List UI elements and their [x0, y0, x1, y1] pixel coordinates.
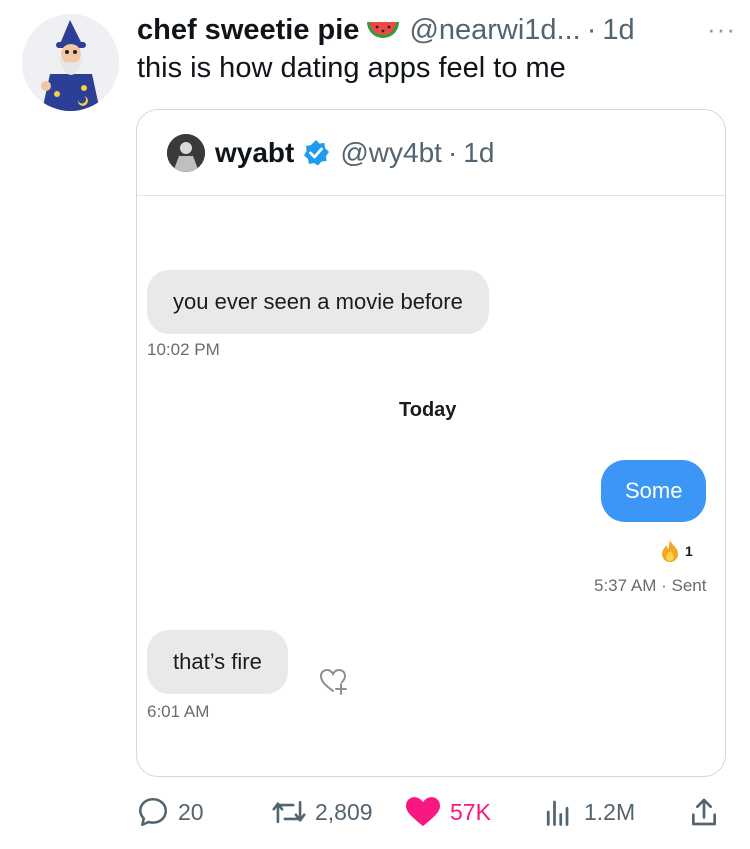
- wizard-avatar-icon: [22, 14, 119, 111]
- view-count: 1.2M: [584, 798, 636, 825]
- message-status: 5:37 AM · Sent: [594, 576, 707, 595]
- message-bubble-received: that’s fire: [147, 630, 288, 694]
- tweet-action-bar: 20 2,809 57K 1.2M: [136, 790, 726, 834]
- views-chart-icon: [546, 800, 569, 826]
- message-text: you ever seen a movie before: [173, 289, 463, 314]
- fire-reaction-icon: [662, 540, 678, 562]
- reply-count: 20: [178, 798, 204, 825]
- quoted-author-avatar[interactable]: [167, 133, 205, 172]
- share-icon: [692, 798, 716, 826]
- heart-react-icon[interactable]: [317, 665, 349, 697]
- message-text: Some: [625, 478, 683, 503]
- heart-filled-icon: [406, 797, 440, 827]
- header-separator: ·: [586, 13, 597, 46]
- retweet-icon: [272, 800, 306, 824]
- author-display-name[interactable]: chef sweetie pie: [137, 14, 359, 47]
- reaction-count: 1: [685, 543, 693, 559]
- quoted-timestamp[interactable]: 1d: [463, 137, 494, 169]
- watermelon-icon: [365, 16, 401, 44]
- retweet-button[interactable]: 2,809: [271, 790, 373, 834]
- person-photo-icon: [167, 133, 205, 172]
- author-avatar[interactable]: [22, 14, 119, 111]
- reply-button[interactable]: 20: [136, 790, 204, 834]
- message-timestamp: 6:01 AM: [147, 702, 210, 721]
- share-button[interactable]: [688, 790, 728, 834]
- views-button[interactable]: 1.2M: [544, 790, 635, 834]
- tweet-header: chef sweetie pie @nearwi1d... · 1d ···: [137, 10, 736, 50]
- reply-icon: [138, 797, 168, 827]
- message-text: that’s fire: [173, 649, 262, 674]
- author-handle[interactable]: @nearwi1d...: [409, 14, 580, 47]
- quoted-handle[interactable]: @wy4bt: [340, 137, 442, 169]
- retweet-count: 2,809: [315, 798, 373, 825]
- more-options-icon[interactable]: ···: [707, 14, 736, 45]
- verified-badge-icon: [302, 139, 330, 167]
- tweet-text: this is how dating apps feel to me: [137, 52, 566, 84]
- quoted-display-name[interactable]: wyabt: [215, 137, 294, 169]
- message-bubble-sent: Some: [601, 460, 707, 522]
- quoted-tweet-header: wyabt @wy4bt · 1d: [137, 110, 725, 196]
- quoted-header-separator: ·: [447, 136, 458, 168]
- tweet-timestamp[interactable]: 1d: [602, 14, 634, 47]
- message-reaction: 1: [657, 538, 693, 564]
- message-bubble-received: you ever seen a movie before: [147, 270, 489, 334]
- message-timestamp: 10:02 PM: [147, 340, 220, 359]
- like-count: 57K: [450, 798, 491, 825]
- day-separator: Today: [399, 399, 457, 421]
- like-button[interactable]: 57K: [404, 790, 491, 834]
- quoted-tweet-card[interactable]: wyabt @wy4bt · 1d you ever seen a movie …: [136, 109, 726, 777]
